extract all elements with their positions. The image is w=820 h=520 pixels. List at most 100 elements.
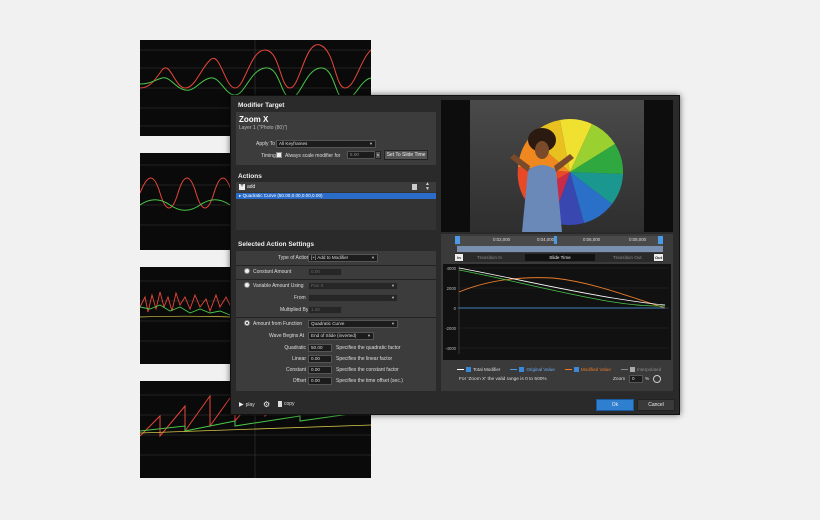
actions-title: Actions xyxy=(238,173,262,180)
copy-button[interactable]: copy xyxy=(278,401,295,407)
param-label: Linear xyxy=(292,356,306,362)
slide-time-label: Slide Time xyxy=(525,254,595,261)
legend-checkbox[interactable] xyxy=(629,366,635,372)
modifier-dialog: Modifier Target Zoom X Layer 1 ("Photo (… xyxy=(230,95,680,415)
timeline-start-handle[interactable] xyxy=(455,236,460,244)
play-button[interactable]: ▶ play xyxy=(239,401,255,409)
out-marker[interactable]: Out xyxy=(654,254,663,261)
cancel-button[interactable]: Cancel xyxy=(637,399,675,411)
plus-icon: + xyxy=(239,183,245,190)
legend-item[interactable]: Original Value xyxy=(510,365,555,373)
timing-label: Timing xyxy=(261,153,276,159)
chevron-down-icon: ▼ xyxy=(369,141,373,146)
settings-gear-button[interactable]: ⚙ xyxy=(263,400,270,409)
zoom-label: Zoom xyxy=(613,377,626,382)
from-label: From xyxy=(294,295,306,301)
settings-title: Selected Action Settings xyxy=(238,241,314,248)
set-to-slide-time-button[interactable]: Set To Slide Time xyxy=(384,150,428,160)
chevron-down-icon: ▼ xyxy=(391,295,395,300)
chevron-down-icon: ▼ xyxy=(367,333,371,338)
graph-panel: 0:02,000 0:04,000 0:06,000 0:08,000 In Tran… xyxy=(441,234,673,391)
timeline-tick-label: 0:08,000 xyxy=(629,237,647,242)
ok-button[interactable]: Ok xyxy=(596,399,634,411)
divider xyxy=(236,265,436,266)
always-scale-checkbox[interactable] xyxy=(276,152,282,158)
legend-swatch xyxy=(564,368,572,370)
multiplied-by-input[interactable]: 1.00 xyxy=(308,306,342,314)
param-description: Specifies the time offset (sec.) xyxy=(336,378,403,384)
zoom-unit: % xyxy=(645,377,650,382)
copy-icon xyxy=(278,401,282,407)
legend-swatch xyxy=(457,368,464,370)
amount-from-function-radio[interactable] xyxy=(244,320,250,326)
function-select[interactable]: Quadratic Curve ▼ xyxy=(308,320,398,328)
chevron-down-icon: ▼ xyxy=(391,321,395,326)
apply-to-select[interactable]: All Keyframes ▼ xyxy=(276,140,376,148)
type-of-action-label: Type of Action xyxy=(278,255,310,261)
reset-zoom-icon[interactable] xyxy=(653,375,661,383)
modified-value-curve xyxy=(458,277,666,309)
play-label: play xyxy=(245,401,255,408)
wave-begins-select[interactable]: End of Slide (inverted) ▼ xyxy=(308,332,374,340)
param-description: Specifies the quadratic factor xyxy=(336,345,401,351)
legend-checkbox[interactable] xyxy=(519,366,525,372)
param-input[interactable]: 0.00 xyxy=(308,355,332,363)
scale-spinner-button[interactable]: s xyxy=(375,151,381,159)
divider xyxy=(236,279,436,280)
chevron-down-icon: ▼ xyxy=(391,283,395,288)
timeline-playhead[interactable] xyxy=(554,236,557,244)
timeline-tick-label: 0:04,000 xyxy=(537,237,555,242)
total-modifier-curve xyxy=(458,267,666,306)
param-input[interactable]: 0.00 xyxy=(308,366,332,374)
preview-area xyxy=(441,100,673,232)
param-input[interactable]: 50.00 xyxy=(308,344,332,352)
modifier-graph: 4000 2000 0 -2000 -4000 xyxy=(443,264,671,360)
amount-from-function-label: Amount from Function xyxy=(253,321,303,327)
graph-plot xyxy=(457,266,669,354)
constant-amount-input[interactable]: 0.00 xyxy=(308,268,342,276)
trash-icon[interactable] xyxy=(412,184,417,190)
action-item-label: Quadratic Curve (50.00,0.00,0.00,0.00) xyxy=(242,193,323,198)
transition-in-label: Transition In xyxy=(477,255,503,260)
legend-item[interactable]: Modified Value xyxy=(564,365,611,373)
legend-checkbox[interactable] xyxy=(573,366,579,372)
legend-label: Modified Value xyxy=(580,366,611,372)
variable-amount-select[interactable]: Pan X ▼ xyxy=(308,282,398,290)
timeline-end-handle[interactable] xyxy=(658,236,663,244)
constant-amount-radio[interactable] xyxy=(244,268,250,274)
add-action-button[interactable]: + add xyxy=(239,183,255,190)
type-of-action-select[interactable]: [+] Add to Modifier ▼ xyxy=(308,254,378,262)
timeline-range-bar xyxy=(457,246,663,252)
modifier-target-title: Modifier Target xyxy=(238,102,285,109)
action-list-item[interactable]: ▸ Quadratic Curve (50.00,0.00,0.00,0.00) xyxy=(236,193,436,199)
apply-to-label: Apply To xyxy=(256,141,276,147)
copy-label: copy xyxy=(284,401,295,407)
reorder-arrows-icon[interactable]: ▲ ▼ xyxy=(425,182,430,192)
umbrella-photo xyxy=(510,119,624,232)
actions-toolbar: + add ▲ ▼ xyxy=(236,182,436,192)
legend-swatch xyxy=(510,368,518,370)
divider xyxy=(236,317,436,318)
gear-icon: ⚙ xyxy=(263,400,271,409)
transition-out-label: Transition Out xyxy=(613,255,642,260)
zoom-input[interactable]: 0 xyxy=(629,375,643,383)
transition-bar: In Transition In Slide Time Transition O… xyxy=(455,253,663,262)
param-input[interactable]: 0.00 xyxy=(308,377,332,385)
wave-begins-label: Wave Begins At xyxy=(269,333,305,339)
scale-seconds-input[interactable]: 5.00 xyxy=(347,151,375,159)
graph-legend: Total Modifier Original Value Modified Val… xyxy=(457,365,667,373)
in-marker[interactable]: In xyxy=(455,254,463,261)
legend-swatch xyxy=(620,368,628,370)
timeline-ruler[interactable]: 0:02,000 0:04,000 0:06,000 0:08,000 xyxy=(455,236,663,246)
from-select[interactable]: ▼ xyxy=(308,294,398,302)
variable-amount-radio[interactable] xyxy=(244,282,250,288)
param-description: Specifies the constant factor xyxy=(336,367,399,373)
chevron-down-icon: ▼ xyxy=(371,255,375,260)
legend-checkbox[interactable] xyxy=(466,366,471,372)
legend-item[interactable]: Interpolated xyxy=(620,365,661,373)
variable-amount-label: Variable Amount Using xyxy=(253,283,304,289)
target-name: Zoom X xyxy=(239,115,269,124)
play-icon: ▶ xyxy=(239,402,244,408)
range-note: For 'Zoom X' the valid range is 0 to 500… xyxy=(459,377,547,382)
legend-item[interactable]: Total Modifier xyxy=(457,365,500,373)
